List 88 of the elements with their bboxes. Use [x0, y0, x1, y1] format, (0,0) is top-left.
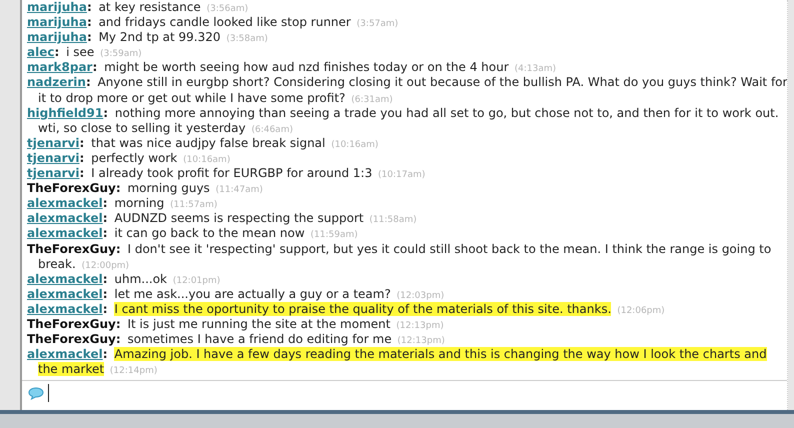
username-link[interactable]: alexmackel — [27, 211, 103, 226]
username: TheForexGuy — [27, 181, 116, 196]
username-colon: : — [86, 75, 91, 90]
username-link[interactable]: alexmackel — [27, 302, 103, 316]
message-text: nothing more annoying than seeing a trade you had all set to go, but chose not to, and then for it to work out. — [114, 106, 779, 120]
username-colon: : — [102, 196, 108, 210]
username-link[interactable]: alexmackel — [27, 347, 103, 362]
username-link[interactable]: alexmackel — [27, 272, 103, 286]
timestamp: (11:58am) — [369, 215, 417, 226]
timestamp: (12:06pm) — [617, 306, 665, 316]
message-text: break. — [38, 256, 76, 271]
timestamp: (12:00pm) — [82, 260, 130, 271]
username-link[interactable]: nadzerin — [27, 75, 86, 90]
message-text: at key resistance — [98, 0, 201, 14]
username-colon: : — [102, 302, 108, 316]
username-link[interactable]: tjenarvi — [27, 150, 80, 165]
username-link[interactable]: marijuha — [27, 30, 87, 44]
message-text: let me ask...you are actually a guy or a team? — [114, 286, 391, 301]
username-colon: : — [102, 211, 108, 226]
username-colon: : — [86, 15, 92, 30]
timestamp: (12:03pm) — [396, 290, 444, 301]
username: TheForexGuy — [27, 316, 116, 331]
username-link[interactable]: alec — [27, 45, 54, 60]
username-link[interactable]: marijuha — [27, 0, 87, 14]
message-text: My 2nd tp at 99.320 — [98, 30, 221, 44]
username-colon: : — [102, 272, 108, 286]
username: TheForexGuy — [27, 242, 116, 256]
username-colon: : — [79, 150, 84, 165]
message-text: and fridays candle looked like stop runner — [98, 15, 351, 30]
timestamp: (6:46am) — [251, 124, 293, 135]
message-text: AUDNZD seems is respecting the support — [114, 211, 364, 226]
message-text: it can go back to the mean now — [114, 226, 305, 240]
username-link[interactable]: alexmackel — [27, 286, 103, 301]
timestamp: (3:59am) — [100, 49, 142, 60]
message-text: Amazing job. I have a few days reading the materials and this is changing the way how I look the charts and — [114, 347, 767, 362]
message-text: uhm...ok — [114, 272, 167, 286]
username-link[interactable]: alexmackel — [27, 226, 103, 240]
username: TheForexGuy — [27, 332, 116, 346]
username-colon: : — [116, 332, 121, 346]
timestamp: (12:13pm) — [396, 320, 444, 331]
message-text: i see — [66, 45, 94, 60]
message-text: it to drop more or get out while I have some profit? — [38, 90, 346, 105]
timestamp: (12:13pm) — [397, 336, 445, 346]
message-text: It is just me running the site at the moment — [127, 316, 390, 331]
timestamp: (10:16am) — [183, 154, 230, 165]
timestamp: (12:14pm) — [110, 366, 158, 376]
username-colon: : — [102, 347, 108, 362]
message-text: the market — [38, 362, 104, 376]
message-text: sometimes I have a friend do editing for me — [127, 332, 392, 346]
username-colon: : — [92, 60, 98, 74]
message-text: that was nice audjpy false break signal — [91, 136, 326, 150]
username-colon: : — [116, 316, 121, 331]
timestamp: (3:58am) — [226, 34, 268, 44]
username-colon: : — [86, 30, 92, 44]
timestamp: (11:59am) — [310, 230, 358, 240]
message-text: morning guys — [127, 181, 210, 196]
message-text: wti, so close to selling it yesterday — [38, 120, 246, 135]
timestamp: (11:47am) — [216, 185, 263, 196]
username-link[interactable]: tjenarvi — [27, 136, 80, 150]
username-link[interactable]: tjenarvi — [27, 166, 80, 180]
username-link[interactable]: marijuha — [27, 15, 87, 30]
message-text: might be worth seeing how aud nzd finishes today or on the 4 hour — [104, 60, 509, 74]
timestamp: (4:13am) — [514, 64, 556, 74]
timestamp: (6:31am) — [351, 94, 393, 105]
username-link[interactable]: mark8par — [27, 60, 92, 74]
timestamp: (11:57am) — [170, 200, 218, 210]
message-text: perfectly work — [91, 150, 178, 165]
username-link[interactable]: alexmackel — [27, 196, 103, 210]
timestamp: (10:16am) — [331, 140, 378, 150]
timestamp: (3:56am) — [206, 4, 248, 14]
username-colon: : — [79, 136, 84, 150]
message-text: morning — [114, 196, 164, 210]
chat-bubble-icon — [28, 386, 44, 400]
username-colon: : — [86, 0, 92, 14]
message-text: I cant miss the oportunity to praise the quality of the materials of this site. thanks. — [114, 302, 612, 316]
username-colon: : — [116, 181, 121, 196]
username-link[interactable]: highfield91 — [27, 106, 104, 120]
timestamp: (3:57am) — [356, 19, 398, 30]
username-colon: : — [103, 106, 108, 120]
username-colon: : — [102, 226, 108, 240]
username-colon: : — [116, 242, 121, 256]
message-text: I already took profit for EURGBP for around 1:3 — [91, 166, 372, 180]
username-colon: : — [54, 45, 60, 60]
message-text: I don't see it 'respecting' support, but yes it could still shoot back to the mean. I think the range is going to — [127, 242, 772, 256]
username-colon: : — [102, 286, 108, 301]
username-colon: : — [79, 166, 84, 180]
timestamp: (10:17am) — [378, 170, 426, 180]
timestamp: (12:01pm) — [172, 276, 220, 286]
